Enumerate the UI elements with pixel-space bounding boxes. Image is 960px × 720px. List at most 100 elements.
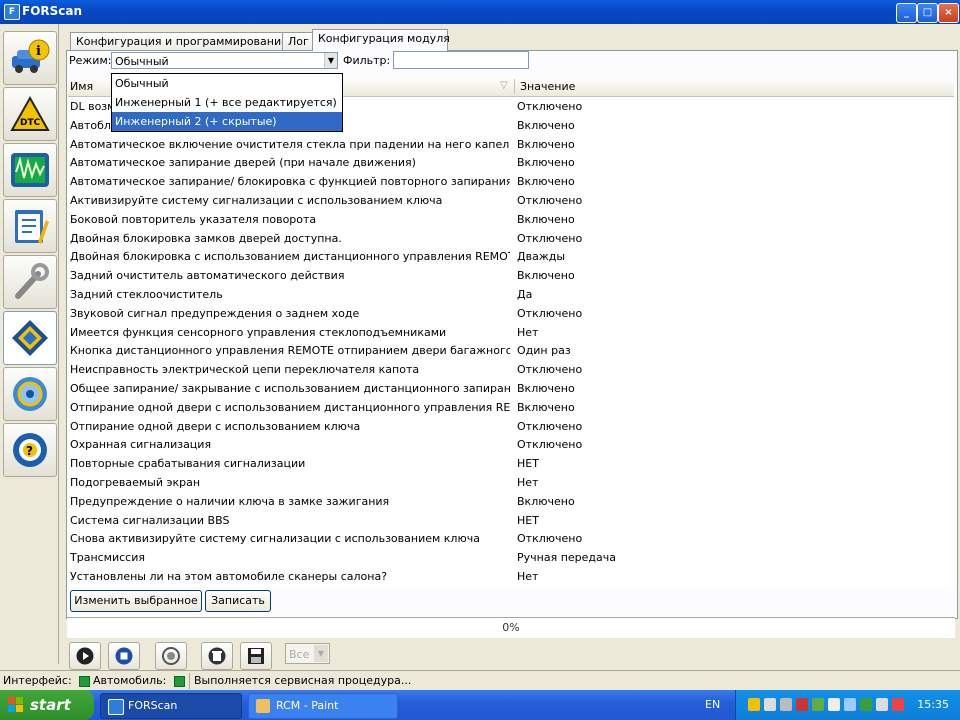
language-indicator[interactable]: EN xyxy=(705,698,720,711)
save-button[interactable] xyxy=(240,642,272,670)
security-tray-icon[interactable] xyxy=(860,698,872,711)
filter-input[interactable] xyxy=(393,51,529,69)
delete-button[interactable] xyxy=(201,642,233,670)
volume-tray-icon[interactable] xyxy=(828,698,840,711)
close-button[interactable]: × xyxy=(938,3,959,23)
mode-label: Режим: xyxy=(69,54,112,67)
table-row[interactable]: Автоматическое запирание/ блокировка с ф… xyxy=(68,172,954,191)
table-row[interactable]: Отпирание одной двери с использованием д… xyxy=(68,398,954,417)
table-row[interactable]: Неисправность электрической цепи переклю… xyxy=(68,360,954,379)
system-tray: 15:35 xyxy=(735,690,960,720)
sidebar-item-help[interactable]: ? xyxy=(3,423,57,477)
row-name: Задний стеклоочиститель xyxy=(70,288,223,301)
play-button[interactable] xyxy=(69,642,101,670)
table-row[interactable]: Система сигнализации BBS НЕТ xyxy=(68,511,954,530)
monitor-tray-icon[interactable] xyxy=(844,698,856,711)
row-name: Предупреждение о наличии ключа в замке з… xyxy=(70,494,390,508)
row-value: Нет xyxy=(517,570,539,583)
mode-select[interactable]: Обычный ▼ xyxy=(111,52,338,69)
table-row[interactable]: Боковой повторитель указателя поворота Вк… xyxy=(68,210,954,229)
table-row[interactable]: Снова активизируйте систему сигнализации… xyxy=(68,529,954,548)
task-forscan[interactable]: FORScan xyxy=(100,693,242,719)
scope-select-value: Все xyxy=(289,648,310,661)
tab-module-config[interactable]: Конфигурация модуля xyxy=(312,29,450,51)
status-separator xyxy=(189,673,190,689)
mode-dropdown-list: Обычный Инженерный 1 (+ все редактируетс… xyxy=(111,73,343,132)
sidebar-item-service[interactable] xyxy=(3,255,57,309)
task-paint[interactable]: RCM - Paint xyxy=(248,693,398,719)
network-tray-icon[interactable] xyxy=(764,698,776,711)
row-name: Повторные срабатывания сигнализации xyxy=(70,457,306,471)
row-name: Отпирание одной двери с использованием к… xyxy=(70,419,361,433)
app-tray-icon[interactable] xyxy=(812,698,824,711)
row-value: Отключено xyxy=(517,306,583,320)
table-row[interactable]: Охранная сигнализация Отключено xyxy=(68,435,954,454)
sidebar-item-oscilloscope[interactable] xyxy=(3,143,57,197)
column-header-value[interactable]: Значение xyxy=(520,80,575,93)
table-row[interactable]: Задний стеклоочиститель Да xyxy=(68,285,954,304)
config-table[interactable]: Имя ▽ Значение DL возм Отключено Автобл Вкл… xyxy=(68,77,954,587)
window-titlebar[interactable]: F FORScan _ □ × xyxy=(0,0,960,24)
device-tray-icon[interactable] xyxy=(876,698,888,711)
row-value: Включено xyxy=(517,400,575,414)
sidebar-item-vehicle-info[interactable]: i xyxy=(3,31,57,85)
antivirus-tray-icon[interactable] xyxy=(796,698,808,711)
table-row[interactable]: Двойная блокировка замков дверей доступн… xyxy=(68,229,954,248)
row-name: Кнопка дистанционного управления REMOTE … xyxy=(70,344,510,358)
tab-label: Конфигурация модуля xyxy=(318,32,450,45)
warning-tray-icon[interactable] xyxy=(748,698,760,711)
column-header-name[interactable]: Имя xyxy=(70,80,93,93)
table-row[interactable]: Задний очиститель автоматического действ… xyxy=(68,266,954,285)
stop-button[interactable] xyxy=(108,642,140,670)
row-name: Трансмиссия xyxy=(70,551,145,565)
start-button[interactable]: start xyxy=(0,690,94,720)
table-row[interactable]: Автоматическое запирание дверей (при нач… xyxy=(68,153,954,172)
table-row[interactable]: Двойная блокировка с использованием дист… xyxy=(68,247,954,266)
row-name: Двойная блокировка замков дверей доступн… xyxy=(70,231,342,245)
sidebar-item-module-config[interactable] xyxy=(3,311,57,365)
table-row[interactable]: Активизируйте систему сигнализации с исп… xyxy=(68,191,954,210)
sort-indicator-icon: ▽ xyxy=(500,80,508,91)
table-row[interactable]: Предупреждение о наличии ключа в замке з… xyxy=(68,492,954,511)
table-row[interactable]: Установлены ли на этом автомобиле сканер… xyxy=(68,567,954,586)
reset-button[interactable] xyxy=(155,642,187,670)
chevron-down-icon[interactable]: ▼ xyxy=(324,53,337,68)
sidebar-item-settings[interactable] xyxy=(3,367,57,421)
table-row[interactable]: Повторные срабатывания сигнализации НЕТ xyxy=(68,454,954,473)
table-row[interactable]: Общее запирание/ закрывание с использова… xyxy=(68,379,954,398)
edit-selected-button[interactable]: Изменить выбранное xyxy=(70,590,202,612)
column-separator[interactable] xyxy=(514,79,515,94)
dtc-icon: DTC xyxy=(10,95,50,131)
maximize-button[interactable]: □ xyxy=(917,3,938,23)
table-row[interactable]: Звуковой сигнал предупреждения о заднем … xyxy=(68,304,954,323)
help-icon: ? xyxy=(13,433,47,467)
sidebar: i DTC ? xyxy=(0,24,59,664)
printer-tray-icon[interactable] xyxy=(780,698,792,711)
update-tray-icon[interactable] xyxy=(892,698,904,711)
progress-text: 0% xyxy=(502,621,520,634)
row-value: Дважды xyxy=(517,250,566,264)
table-row[interactable]: Отпирание одной двери с использованием к… xyxy=(68,417,954,436)
scope-select[interactable]: Все ▼ xyxy=(285,643,330,664)
minimize-button[interactable]: _ xyxy=(896,3,917,23)
mode-option-engineer-1[interactable]: Инженерный 1 (+ все редактируется) xyxy=(112,93,342,112)
sidebar-item-checklist[interactable] xyxy=(3,199,57,253)
clock: 15:35 xyxy=(917,698,949,711)
table-row[interactable]: Кнопка дистанционного управления REMOTE … xyxy=(68,341,954,360)
table-row[interactable]: Подогреваемый экран Нет xyxy=(68,473,954,492)
mode-option-normal[interactable]: Обычный xyxy=(112,74,342,93)
row-value: Включено xyxy=(517,382,575,395)
table-row[interactable]: Имеется функция сенсорного управления ст… xyxy=(68,323,954,342)
chevron-down-icon[interactable]: ▼ xyxy=(314,645,328,662)
mode-option-engineer-2[interactable]: Инженерный 2 (+ скрытые) xyxy=(112,112,342,131)
row-value: Ручная передача xyxy=(517,551,616,565)
oscilloscope-icon xyxy=(11,153,49,187)
table-row[interactable]: Автоматическое включение очистителя стек… xyxy=(68,135,954,154)
write-button[interactable]: Записать xyxy=(205,590,271,612)
tab-config-programming[interactable]: Конфигурация и программирование xyxy=(70,32,288,51)
interface-status-indicator xyxy=(79,676,90,687)
tab-log[interactable]: Лог xyxy=(282,32,316,51)
save-icon xyxy=(248,648,264,664)
sidebar-item-dtc[interactable]: DTC xyxy=(3,87,57,141)
table-row[interactable]: Трансмиссия Ручная передача xyxy=(68,548,954,567)
